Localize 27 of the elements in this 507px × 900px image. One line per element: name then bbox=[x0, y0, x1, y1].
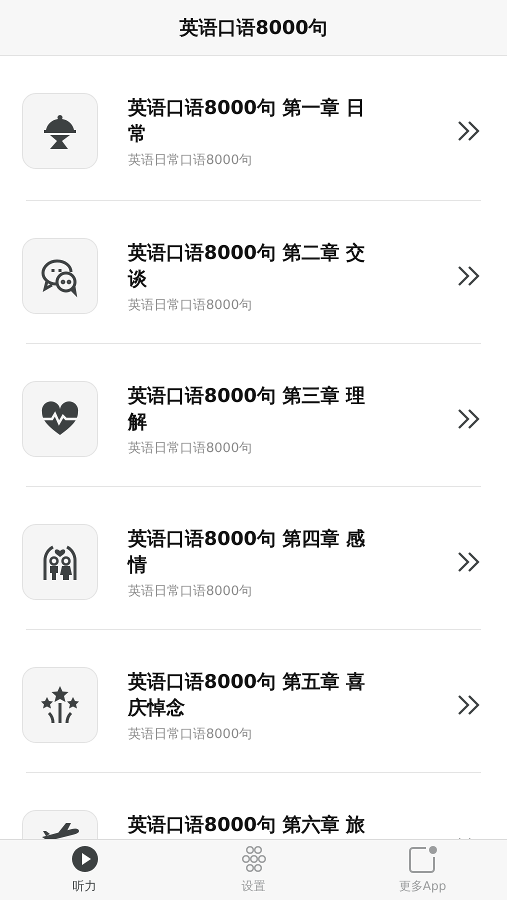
double-chevron-icon bbox=[457, 408, 481, 430]
chapter-title: 英语口语8000句 第六章 旅 bbox=[128, 813, 366, 838]
chapter-subtitle: 英语日常口语8000句 bbox=[128, 726, 254, 743]
chapter-item[interactable]: 英语口语8000句 第四章 感情 英语日常口语8000句 bbox=[0, 487, 507, 630]
chapter-item[interactable]: 英语口语8000句 第三章 理解 英语日常口语8000句 bbox=[0, 344, 507, 487]
app-badge-icon bbox=[408, 845, 438, 873]
airplane-icon bbox=[40, 823, 80, 839]
chapter-subtitle: 英语日常口语8000句 bbox=[128, 152, 254, 169]
chapter-title: 英语口语8000句 第二章 交谈 bbox=[128, 241, 366, 292]
double-chevron-icon bbox=[457, 265, 481, 287]
chapter-subtitle: 英语日常口语8000句 bbox=[128, 583, 254, 600]
chapter-item[interactable]: 英语口语8000句 第五章 喜庆悼念 英语日常口语8000句 bbox=[0, 630, 507, 773]
chapter-title: 英语口语8000句 第五章 喜庆悼念 bbox=[128, 670, 366, 721]
page-title: 英语口语8000句 bbox=[180, 16, 328, 40]
tab-item[interactable]: 听力 bbox=[0, 840, 169, 900]
chapter-title: 英语口语8000句 第一章 日常 bbox=[128, 96, 366, 147]
chapter-title: 英语口语8000句 第三章 理解 bbox=[128, 384, 366, 435]
double-chevron-icon bbox=[457, 120, 481, 142]
chapter-subtitle: 英语日常口语8000句 bbox=[128, 440, 254, 457]
chapter-item[interactable]: 英语口语8000句 第二章 交谈 英语日常口语8000句 bbox=[0, 201, 507, 344]
chapter-item[interactable]: 英语口语8000句 第一章 日常 英语日常口语8000句 bbox=[0, 56, 507, 201]
play-icon bbox=[70, 845, 98, 873]
circles-cluster-icon bbox=[240, 845, 268, 873]
double-chevron-icon bbox=[457, 694, 481, 716]
double-chevron-icon bbox=[457, 551, 481, 573]
chapter-subtitle: 英语日常口语8000句 bbox=[128, 297, 254, 314]
chapter-title: 英语口语8000句 第四章 感情 bbox=[128, 527, 366, 578]
